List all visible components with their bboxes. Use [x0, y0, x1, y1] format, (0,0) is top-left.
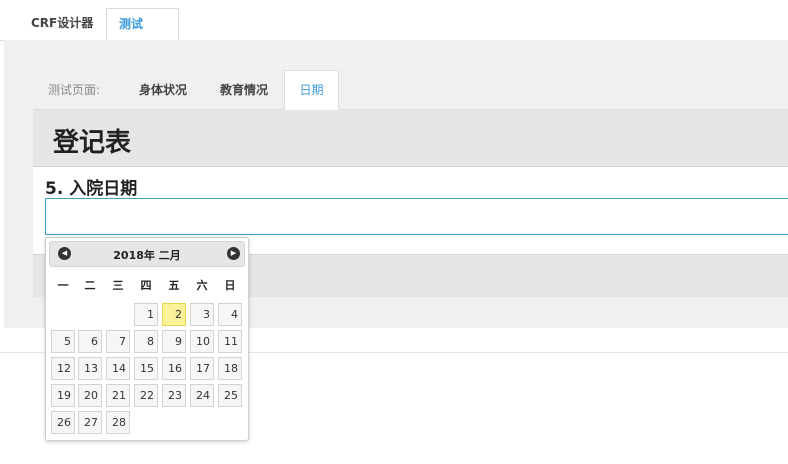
day-cell[interactable]: 17 — [190, 357, 214, 380]
day-cell[interactable]: 26 — [51, 411, 75, 434]
tab-test-crf[interactable]: 测试CRF — [106, 8, 179, 61]
day-cell[interactable]: 11 — [218, 330, 242, 353]
day-cell[interactable]: 14 — [106, 357, 130, 380]
day-cell[interactable]: 18 — [218, 357, 242, 380]
day-cell[interactable]: 15 — [134, 357, 158, 380]
weekday-label: 一 — [57, 279, 69, 292]
day-cell[interactable]: 27 — [78, 411, 102, 434]
next-month-icon[interactable]: ▶ — [227, 247, 240, 260]
weekday-label: 三 — [112, 279, 124, 292]
day-cell[interactable]: 21 — [106, 384, 130, 407]
day-cell[interactable]: 19 — [51, 384, 75, 407]
weekday-label: 六 — [196, 279, 208, 292]
weekday-label: 五 — [168, 279, 180, 292]
day-cell[interactable]: 5 — [51, 330, 75, 353]
form-header: 登记表 — [33, 110, 788, 167]
datepicker-title: 2018年 二月 — [113, 249, 181, 262]
page-tab-bar: 测试页面: 身体状况 教育情况 日期 — [33, 70, 788, 110]
weekday-label: 四 — [140, 279, 152, 292]
weekday-label: 日 — [224, 279, 236, 292]
day-cell[interactable]: 24 — [190, 384, 214, 407]
day-cell[interactable]: 7 — [106, 330, 130, 353]
day-cell[interactable]: 8 — [134, 330, 158, 353]
test-page-label: 测试页面: — [48, 83, 101, 97]
tab-date[interactable]: 日期 — [284, 70, 339, 110]
day-cell[interactable]: 10 — [190, 330, 214, 353]
day-cell[interactable]: 9 — [162, 330, 186, 353]
top-tab-bar: CRF设计器 测试CRF — [0, 0, 788, 61]
weekday-label: 二 — [84, 279, 96, 292]
day-cell[interactable]: 2 — [162, 303, 186, 326]
day-cell[interactable]: 12 — [51, 357, 75, 380]
admission-date-label: 5. 入院日期 — [45, 179, 138, 199]
tab-physical-condition[interactable]: 身体状况 — [139, 81, 187, 98]
admission-date-input[interactable] — [45, 198, 788, 235]
day-cell[interactable]: 25 — [218, 384, 242, 407]
day-cell[interactable]: 6 — [78, 330, 102, 353]
day-cell[interactable]: 23 — [162, 384, 186, 407]
day-cell[interactable]: 16 — [162, 357, 186, 380]
day-cell[interactable]: 4 — [218, 303, 242, 326]
day-cell[interactable]: 28 — [106, 411, 130, 434]
day-cell[interactable]: 20 — [78, 384, 102, 407]
datepicker-header: ◀ 2018年 二月 ▶ — [49, 241, 245, 267]
form-title: 登记表 — [53, 128, 132, 158]
day-cell[interactable]: 3 — [190, 303, 214, 326]
day-cell[interactable]: 22 — [134, 384, 158, 407]
datepicker: ◀ 2018年 二月 ▶ 一二三四五六日 1 2 3 4 5 6 7 8 9 10 11 12 13 14 1… — [45, 237, 249, 441]
tab-education[interactable]: 教育情况 — [220, 81, 268, 98]
day-cell[interactable]: 13 — [78, 357, 102, 380]
tab-crf-designer[interactable]: CRF设计器 — [19, 8, 105, 39]
day-cell[interactable]: 1 — [134, 303, 158, 326]
